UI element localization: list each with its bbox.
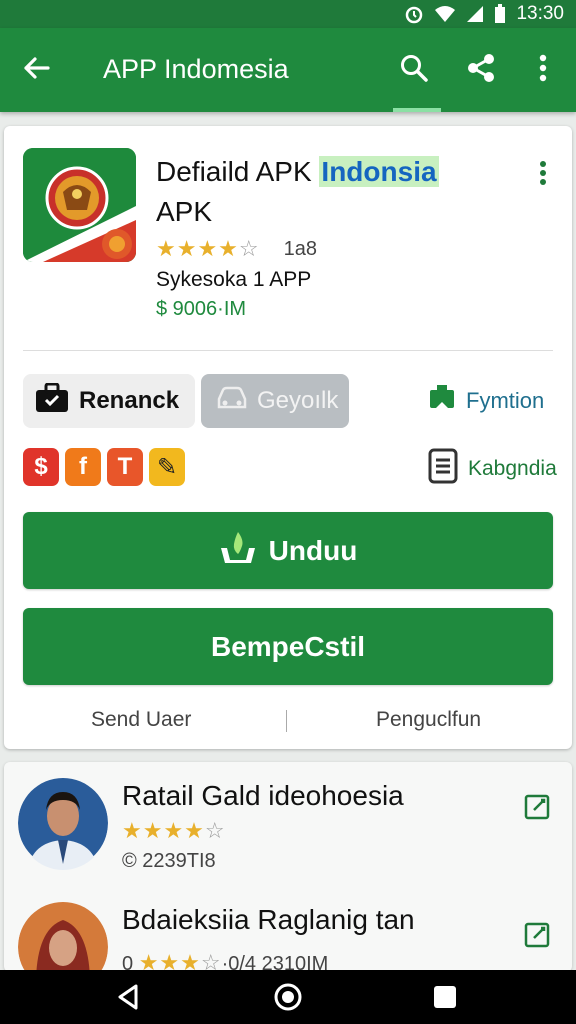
- avatar: [18, 776, 108, 870]
- system-nav-bar: [0, 970, 576, 1024]
- chip-second[interactable]: Geyoılk: [201, 374, 349, 428]
- review-stars: ★★★★☆: [122, 818, 226, 843]
- developer-name: Sykesoka 1 APP: [156, 268, 312, 291]
- divider: [23, 350, 553, 351]
- reviewer-name: Ratail Gald ideohoesia: [122, 780, 404, 811]
- card-more-icon[interactable]: [531, 158, 555, 190]
- download-button[interactable]: Unduu: [23, 512, 553, 589]
- back-icon[interactable]: [114, 982, 144, 1012]
- chip-third-label: Fymtion: [466, 388, 545, 413]
- back-arrow-icon[interactable]: [20, 52, 52, 84]
- edit-icon[interactable]: [524, 792, 552, 820]
- wifi-icon: [434, 5, 456, 23]
- secondary-button[interactable]: BempeCstil: [23, 608, 553, 685]
- second-footer-link[interactable]: Penguclfun: [376, 708, 481, 732]
- app-detail-card: Defiaild APK Indonsia APK ★★★★☆ 1a8 Syke…: [4, 126, 572, 749]
- share-icons: $ f T ✎: [23, 448, 185, 486]
- rating-stars: ★★★★☆: [156, 236, 260, 261]
- app-name: Defiaild APK Indonsia APK: [156, 152, 486, 232]
- share-icon[interactable]: [463, 50, 499, 86]
- bookmark-icon: [428, 384, 456, 418]
- rating-count: 1a8: [283, 237, 317, 260]
- more-vert-icon[interactable]: [525, 50, 561, 86]
- review-meta-row: 0 ★★★☆·0/4 2310IM: [122, 950, 328, 972]
- car-icon: [215, 385, 249, 418]
- chip-second-label: Geyoılk: [257, 387, 339, 414]
- battery-icon: [494, 4, 506, 24]
- app-logo-icon[interactable]: [23, 148, 136, 262]
- secondary-label: BempeCstil: [210, 630, 366, 662]
- reviews-card: Ratail Gald ideohoesia ★★★★☆ © 2239TI8 B…: [4, 762, 572, 972]
- avatar: [18, 900, 108, 972]
- signal-icon: [466, 5, 484, 23]
- pencil-icon[interactable]: ✎: [149, 448, 185, 486]
- send-link[interactable]: Send Uaer: [91, 708, 191, 732]
- review-stars: ★★★☆: [138, 950, 222, 972]
- t-icon[interactable]: T: [107, 448, 143, 486]
- review-item[interactable]: Ratail Gald ideohoesia ★★★★☆ © 2239TI8: [4, 762, 572, 882]
- download-label: Unduu: [268, 534, 358, 566]
- chip-third[interactable]: Fymtion: [428, 374, 568, 428]
- footer-links: Send Uaer Penguclfun: [4, 704, 572, 736]
- review-item[interactable]: Bdaieksiia Raglanig tan 0 ★★★☆·0/4 2310I…: [4, 886, 572, 972]
- home-icon[interactable]: [273, 982, 303, 1012]
- money-icon[interactable]: $: [23, 448, 59, 486]
- app-name-line2: APK: [156, 196, 213, 227]
- footer-separator: [286, 710, 287, 732]
- document-icon: [428, 448, 458, 490]
- edit-icon[interactable]: [524, 920, 552, 948]
- review-meta: © 2239TI8: [122, 850, 216, 872]
- app-bar: APP Indomesia: [0, 28, 576, 112]
- tab-indicator: [393, 108, 441, 112]
- app-bar-title: APP Indomesia: [103, 54, 289, 84]
- chip-first-label: Renanck: [79, 387, 180, 414]
- briefcase-icon: [35, 382, 69, 420]
- recents-icon[interactable]: [430, 982, 460, 1012]
- app-name-main: Defiaild APK: [156, 156, 320, 187]
- facebook-icon[interactable]: f: [65, 448, 101, 486]
- reviewer-name: Bdaieksiia Raglanig tan: [122, 904, 415, 935]
- app-rating: ★★★★☆ 1a8: [156, 236, 317, 262]
- chip-first[interactable]: Renanck: [23, 374, 195, 428]
- alarm-icon: [404, 4, 424, 24]
- app-name-highlight[interactable]: Indonsia: [319, 156, 439, 187]
- download-icon: [219, 530, 257, 571]
- app-price: $ 9006·IM: [156, 298, 247, 320]
- search-icon[interactable]: [396, 50, 432, 86]
- status-time: 13:30: [516, 3, 564, 24]
- category-label: Kabgndia: [468, 457, 557, 480]
- category-link[interactable]: Kabgndia: [428, 448, 557, 490]
- status-bar: 13:30: [0, 0, 576, 28]
